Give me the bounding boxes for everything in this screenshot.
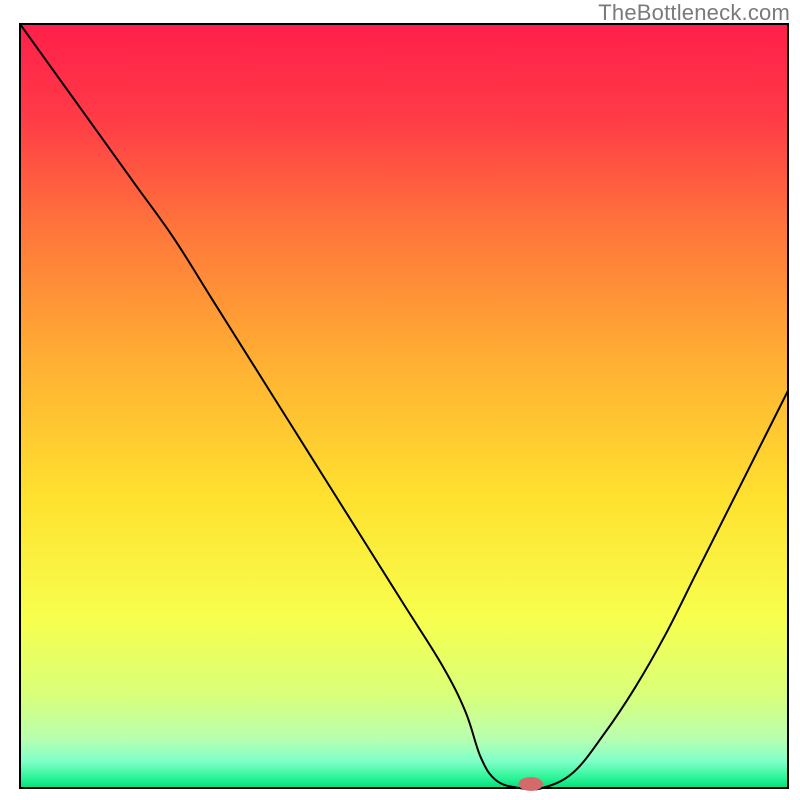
bottleneck-chart — [0, 0, 800, 800]
plot-background — [20, 24, 788, 788]
optimum-marker — [518, 777, 543, 791]
watermark-label: TheBottleneck.com — [598, 0, 790, 26]
chart-container: TheBottleneck.com — [0, 0, 800, 800]
